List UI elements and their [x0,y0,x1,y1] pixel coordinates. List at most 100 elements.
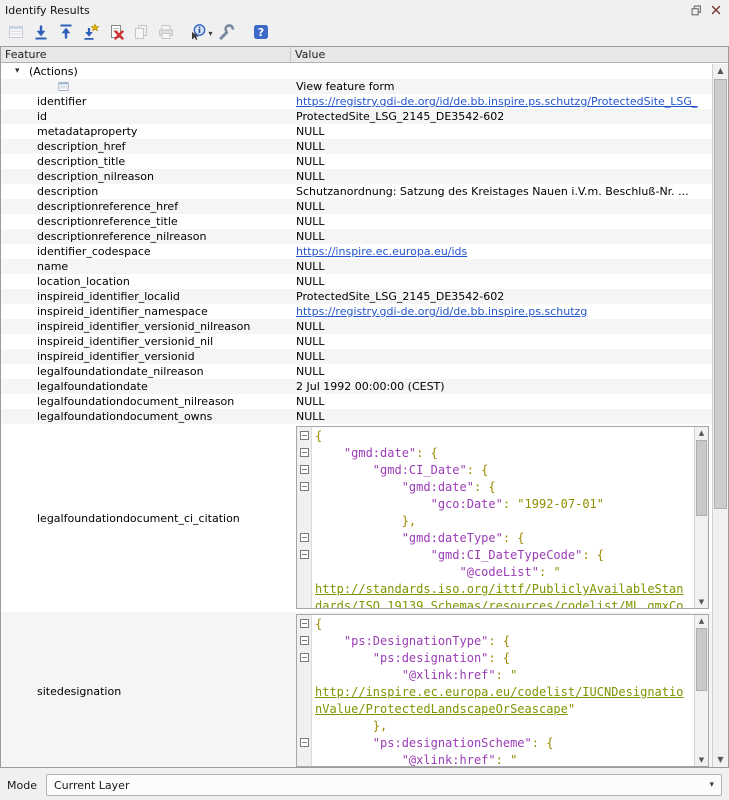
table-row[interactable]: description_nilreasonNULL [1,169,712,184]
scroll-up-icon[interactable]: ▲ [695,615,708,627]
help-button[interactable]: ? [249,21,273,45]
table-row[interactable]: nameNULL [1,259,712,274]
column-header-feature[interactable]: Feature [1,47,291,62]
print-response-button[interactable] [154,21,178,45]
titlebar: Identify Results [0,0,729,20]
table-row[interactable]: inspireid_identifier_namespacehttps://re… [1,304,712,319]
feature-label: legalfoundationdocument_owns [37,410,212,423]
scroll-down-icon[interactable]: ▼ [713,753,728,767]
table-row[interactable]: legalfoundationdocument_ci_citation{ "gm… [1,424,712,612]
scroll-up-icon[interactable]: ▲ [713,64,728,78]
expand-tree-button[interactable] [29,21,53,45]
dropdown-arrow-icon[interactable]: ▾ [208,29,212,38]
mode-combobox[interactable]: Current Layer ▾ [46,774,722,796]
clear-results-button[interactable] [104,21,128,45]
fold-marker-icon[interactable] [300,482,309,491]
identify-mode-button[interactable]: ▾ [189,21,213,45]
table-header: Feature Value [1,47,728,63]
feature-label: inspireid_identifier_versionid_nilreason [37,320,250,333]
table-row[interactable]: descriptionreference_href NULL [1,199,712,214]
scrollbar-thumb[interactable] [696,628,707,691]
table-row[interactable]: identifier_codespace https://inspire.ec.e… [1,244,712,259]
table-row[interactable]: legalfoundationdocument_ownsNULL [1,409,712,424]
expand-tree-icon [32,23,50,44]
value-link[interactable]: https://registry.gdi-de.org/id/de.bb.ins… [296,95,697,108]
fold-marker-icon[interactable] [300,431,309,440]
action-label[interactable]: View feature form [296,80,394,93]
table-row[interactable]: inspireid_identifier_localidProtectedSit… [1,289,712,304]
fold-margin [297,427,312,608]
feature-label: (Actions) [29,65,78,78]
editor-scrollbar[interactable]: ▲▼ [694,615,708,766]
value-text: NULL [296,155,325,168]
copy-feature-button[interactable] [129,21,153,45]
close-button[interactable] [708,2,724,18]
scrollbar-thumb[interactable] [696,440,707,516]
value-link[interactable]: https://inspire.ec.europa.eu/ids [296,245,467,258]
table-row[interactable]: inspireid_identifier_versionid_nilNULL [1,334,712,349]
settings-button[interactable] [214,21,238,45]
tree-expander-icon[interactable]: ▾ [15,64,20,79]
table-row[interactable]: sitedesignation{ "ps:DesignationType": {… [1,612,712,767]
table-row[interactable]: description_title NULL [1,154,712,169]
feature-label: descriptionreference_href [37,200,178,213]
help-icon: ? [252,23,270,44]
fold-marker-icon[interactable] [300,619,309,628]
scrollbar-thumb[interactable] [714,79,727,509]
fold-marker-icon[interactable] [300,448,309,457]
feature-label: identifier [37,95,86,108]
value-text: NULL [296,215,325,228]
table-row[interactable]: View feature form [1,79,712,94]
main-vertical-scrollbar[interactable]: ▲ ▼ [712,64,728,767]
expand-new-results-button[interactable] [79,21,103,45]
fold-marker-icon[interactable] [300,465,309,474]
table-row[interactable]: description_hrefNULL [1,139,712,154]
scroll-down-icon[interactable]: ▼ [695,754,708,766]
json-editor[interactable]: { "gmd:date": { "gmd:CI_Date": { "gmd:da… [296,426,709,609]
feature-label: inspireid_identifier_versionid_nil [37,335,213,348]
chevron-down-icon: ▾ [709,780,714,790]
code-area[interactable]: { "gmd:date": { "gmd:CI_Date": { "gmd:da… [312,427,694,608]
table-row[interactable]: ▾ (Actions) [1,64,712,79]
mode-label: Mode [7,779,37,792]
table-row[interactable]: idProtectedSite_LSG_2145_DE3542-602 [1,109,712,124]
table-row[interactable]: descriptionreference_nilreasonNULL [1,229,712,244]
table-row[interactable]: legalfoundationdate2 Jul 1992 00:00:00 (… [1,379,712,394]
column-header-value[interactable]: Value [291,47,728,62]
table-row[interactable]: location_locationNULL [1,274,712,289]
table-row[interactable]: descriptionSchutzanordnung: Satzung des … [1,184,712,199]
value-text: NULL [296,200,325,213]
fold-marker-icon[interactable] [300,653,309,662]
table-row[interactable]: inspireid_identifier_versionidNULL [1,349,712,364]
expand-new-results-icon [82,23,100,44]
table-row[interactable]: metadatapropertyNULL [1,124,712,139]
table-row[interactable]: legalfoundationdate_nilreasonNULL [1,364,712,379]
float-button[interactable] [688,2,704,18]
feature-label: legalfoundationdocument_nilreason [37,395,234,408]
fold-marker-icon[interactable] [300,738,309,747]
feature-label: description_title [37,155,125,168]
value-link[interactable]: https://registry.gdi-de.org/id/de.bb.ins… [296,305,587,318]
value-text: 2 Jul 1992 00:00:00 (CEST) [296,380,445,393]
fold-marker-icon[interactable] [300,533,309,542]
feature-label: description_href [37,140,126,153]
json-editor[interactable]: { "ps:DesignationType": { "ps:designatio… [296,614,709,767]
feature-label: location_location [37,275,130,288]
identify-results-panel: Identify Results ▾? Feature Value ▾ (Acti… [0,0,729,800]
table-row[interactable]: legalfoundationdocument_nilreasonNULL [1,394,712,409]
table-row[interactable]: inspireid_identifier_versionid_nilreason… [1,319,712,334]
scroll-down-icon[interactable]: ▼ [695,596,708,608]
feature-label: identifier_codespace [37,245,151,258]
scroll-up-icon[interactable]: ▲ [695,427,708,439]
fold-marker-icon[interactable] [300,636,309,645]
code-area[interactable]: { "ps:DesignationType": { "ps:designatio… [312,615,694,766]
fold-marker-icon[interactable] [300,550,309,559]
settings-icon [217,23,235,44]
feature-label: id [37,110,47,123]
collapse-tree-button[interactable] [54,21,78,45]
table-row[interactable]: identifier https://registry.gdi-de.org/id… [1,94,712,109]
toolbar: ▾? [0,20,729,46]
editor-scrollbar[interactable]: ▲▼ [694,427,708,608]
table-row[interactable]: descriptionreference_titleNULL [1,214,712,229]
form-view-button[interactable] [4,21,28,45]
